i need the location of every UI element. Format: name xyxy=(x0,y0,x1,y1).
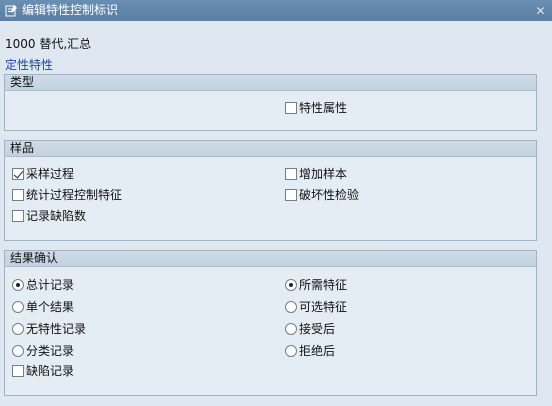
characteristic-attribute-option[interactable]: 特性属性 xyxy=(285,99,347,116)
spc-characteristic-label: 统计过程控制特征 xyxy=(26,188,123,202)
close-icon: ✕ xyxy=(535,3,546,18)
increase-sample-label: 增加样本 xyxy=(299,167,348,181)
optional-characteristic-option[interactable]: 可选特征 xyxy=(285,298,347,315)
type-group-header: 类型 xyxy=(5,75,536,91)
after-reject-option[interactable]: 拒绝后 xyxy=(285,342,335,359)
summary-recording-label: 总计记录 xyxy=(26,278,75,292)
required-characteristic-label: 所需特征 xyxy=(299,278,348,292)
spc-characteristic-checkbox[interactable] xyxy=(12,188,24,201)
destructive-test-option[interactable]: 破坏性检验 xyxy=(285,186,359,203)
edit-document-icon xyxy=(4,4,18,18)
increase-sample-option[interactable]: 增加样本 xyxy=(285,165,347,182)
close-button[interactable]: ✕ xyxy=(533,3,548,18)
object-heading: 1000 替代,汇总 xyxy=(5,37,92,51)
record-defects-count-label: 记录缺陷数 xyxy=(26,209,87,223)
after-accept-option[interactable]: 接受后 xyxy=(285,320,335,337)
sampling-procedure-label: 采样过程 xyxy=(26,167,75,181)
sample-group: 样品 采样过程 增加样本 统计过程控制特征 破坏性检验 记录缺陷数 xyxy=(4,140,537,241)
optional-characteristic-radio[interactable] xyxy=(285,300,297,313)
classed-recording-option[interactable]: 分类记录 xyxy=(12,342,74,359)
sample-group-header: 样品 xyxy=(5,141,536,157)
optional-characteristic-label: 可选特征 xyxy=(299,300,348,314)
after-reject-radio[interactable] xyxy=(285,344,297,357)
window-title: 编辑特性控制标识 xyxy=(22,3,119,17)
classed-recording-label: 分类记录 xyxy=(26,344,75,358)
after-reject-label: 拒绝后 xyxy=(299,344,336,358)
required-characteristic-option[interactable]: 所需特征 xyxy=(285,276,347,293)
title-bar: 编辑特性控制标识 ✕ xyxy=(0,0,552,21)
defects-recording-option[interactable]: 缺陷记录 xyxy=(12,362,74,379)
no-characteristic-recording-radio[interactable] xyxy=(12,322,24,335)
after-accept-label: 接受后 xyxy=(299,322,336,336)
characteristic-attribute-label: 特性属性 xyxy=(299,101,348,115)
result-confirmation-group-header: 结果确认 xyxy=(5,251,536,267)
classed-recording-radio[interactable] xyxy=(12,344,24,357)
type-group: 类型 特性属性 xyxy=(4,74,537,131)
record-defects-count-option[interactable]: 记录缺陷数 xyxy=(12,207,86,224)
required-characteristic-radio[interactable] xyxy=(285,278,297,291)
defects-recording-checkbox[interactable] xyxy=(12,364,24,377)
record-defects-count-checkbox[interactable] xyxy=(12,209,24,222)
sampling-procedure-checkbox[interactable] xyxy=(12,167,24,180)
spc-characteristic-option[interactable]: 统计过程控制特征 xyxy=(12,186,122,203)
result-confirmation-group: 结果确认 总计记录 单个结果 无特性记录 分类记录 缺陷记录 所需特征 可选特征… xyxy=(4,250,537,396)
increase-sample-checkbox[interactable] xyxy=(285,167,297,180)
characteristic-attribute-checkbox[interactable] xyxy=(285,101,297,114)
summary-recording-option[interactable]: 总计记录 xyxy=(12,276,74,293)
single-result-option[interactable]: 单个结果 xyxy=(12,298,74,315)
no-characteristic-recording-option[interactable]: 无特性记录 xyxy=(12,320,86,337)
single-result-label: 单个结果 xyxy=(26,300,75,314)
single-result-radio[interactable] xyxy=(12,300,24,313)
destructive-test-label: 破坏性检验 xyxy=(299,188,360,202)
after-accept-radio[interactable] xyxy=(285,322,297,335)
sampling-procedure-option[interactable]: 采样过程 xyxy=(12,165,74,182)
summary-recording-radio[interactable] xyxy=(12,278,24,291)
no-characteristic-recording-label: 无特性记录 xyxy=(26,322,87,336)
defects-recording-label: 缺陷记录 xyxy=(26,364,75,378)
destructive-test-checkbox[interactable] xyxy=(285,188,297,201)
qualitative-characteristic-link[interactable]: 定性特性 xyxy=(5,56,53,73)
